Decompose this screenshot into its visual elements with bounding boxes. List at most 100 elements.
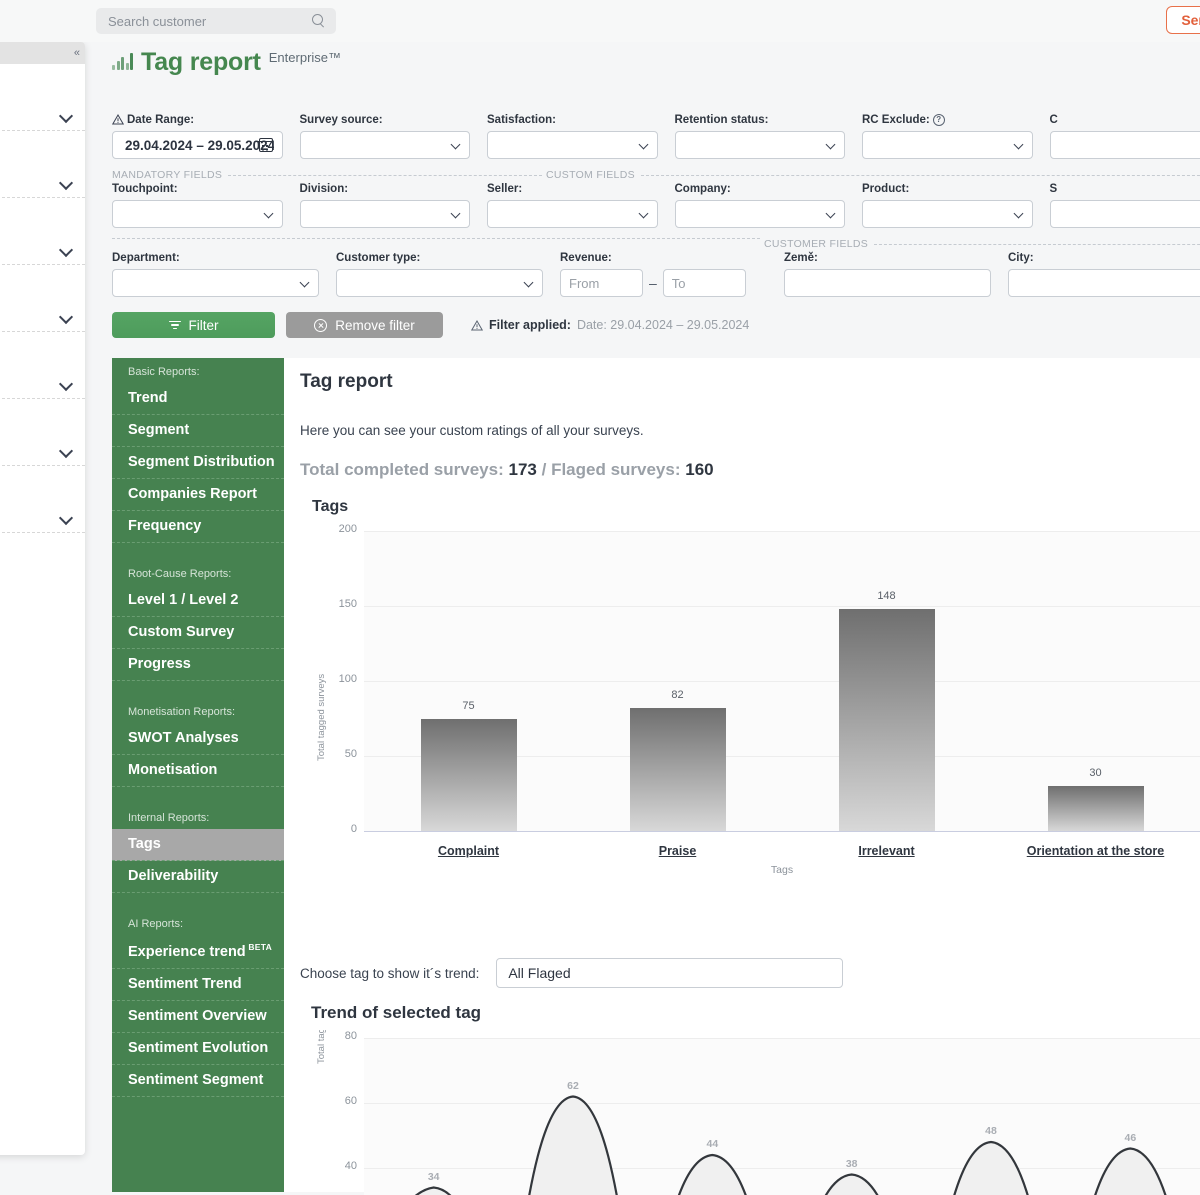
divider-line bbox=[641, 175, 1200, 176]
touchpoint-select[interactable] bbox=[112, 200, 283, 228]
left-panel-row[interactable] bbox=[0, 265, 85, 332]
y-axis-tick-label: 60 bbox=[327, 1095, 357, 1107]
bar[interactable] bbox=[1048, 786, 1144, 831]
overflow-select-2-wrap[interactable] bbox=[1050, 200, 1200, 228]
question-icon[interactable]: ? bbox=[933, 114, 945, 126]
revenue-from-input[interactable] bbox=[560, 269, 643, 297]
sidebar-item-sentiment-trend[interactable]: Sentiment Trend bbox=[112, 969, 284, 1001]
calendar-icon[interactable] bbox=[259, 138, 273, 152]
trend-select-label: Choose tag to show it´s trend: bbox=[300, 966, 479, 981]
overflow-select-2[interactable] bbox=[1050, 200, 1200, 228]
search-input[interactable] bbox=[106, 13, 312, 30]
filter-icon bbox=[169, 321, 181, 330]
sidebar-item-tags[interactable]: Tags bbox=[112, 829, 284, 861]
search-box[interactable] bbox=[96, 8, 336, 34]
sidebar-item-trend[interactable]: Trend bbox=[112, 383, 284, 415]
filter-field-department: Department: bbox=[112, 250, 319, 297]
division-select[interactable] bbox=[300, 200, 471, 228]
search-icon[interactable] bbox=[312, 14, 326, 28]
left-panel-row[interactable] bbox=[0, 198, 85, 265]
left-panel-row[interactable] bbox=[0, 131, 85, 198]
remove-filter-button[interactable]: Remove filter bbox=[286, 312, 443, 338]
retention-status-select-wrap[interactable] bbox=[675, 131, 846, 159]
revenue-to-input[interactable] bbox=[663, 269, 746, 297]
sidebar-item-label: Frequency bbox=[128, 518, 201, 534]
sidebar-item-companies-report[interactable]: Companies Report bbox=[112, 479, 284, 511]
company-select-wrap[interactable] bbox=[675, 200, 846, 228]
sidebar-item-frequency[interactable]: Frequency bbox=[112, 511, 284, 543]
left-panel-row[interactable] bbox=[0, 466, 85, 533]
seller-select-wrap[interactable] bbox=[487, 200, 658, 228]
overflow-select-1-wrap[interactable] bbox=[1050, 131, 1200, 159]
sidebar-item-experience-trend[interactable]: Experience trend BETA bbox=[112, 935, 284, 969]
customer-type-select-wrap[interactable] bbox=[336, 269, 543, 297]
bar-category-label[interactable]: Complaint bbox=[369, 844, 569, 858]
trend-tag-select[interactable]: All FlagedComplaintPraiseIrrelevantOrien… bbox=[496, 958, 843, 988]
product-select[interactable] bbox=[862, 200, 1033, 228]
sidebar-item-sentiment-evolution[interactable]: Sentiment Evolution bbox=[112, 1033, 284, 1065]
chevron-down-icon[interactable] bbox=[60, 444, 73, 457]
bar-category-label[interactable]: Orientation at the store bbox=[996, 844, 1196, 858]
sidebar-item-segment[interactable]: Segment bbox=[112, 415, 284, 447]
date-range-field[interactable] bbox=[112, 131, 283, 159]
chevron-down-icon[interactable] bbox=[60, 310, 73, 323]
trend-select-wrap[interactable]: All FlagedComplaintPraiseIrrelevantOrien… bbox=[496, 958, 843, 988]
satisfaction-select-wrap[interactable] bbox=[487, 131, 658, 159]
bar-plot-area bbox=[364, 531, 1200, 831]
bar-chart-title: Tags bbox=[312, 498, 348, 516]
sidebar-item-deliverability[interactable]: Deliverability bbox=[112, 861, 284, 893]
left-panel-row[interactable] bbox=[0, 332, 85, 399]
bar[interactable] bbox=[839, 609, 935, 831]
bar[interactable] bbox=[421, 719, 517, 832]
main-content: Tag report Here you can see your custom … bbox=[284, 358, 1200, 1192]
zeme-input[interactable] bbox=[784, 269, 991, 297]
totals-completed-label: Total completed surveys: bbox=[300, 460, 504, 479]
survey-source-select-wrap[interactable] bbox=[300, 131, 471, 159]
filter-button[interactable]: Filter bbox=[112, 312, 275, 338]
filter-field-customer-type: Customer type: bbox=[336, 250, 543, 297]
divider-plain-left bbox=[112, 238, 760, 239]
sidebar-item-sentiment-overview[interactable]: Sentiment Overview bbox=[112, 1001, 284, 1033]
chevron-down-icon[interactable] bbox=[60, 511, 73, 524]
filter-divider-1: MANDATORY FIELDS CUSTOM FIELDS bbox=[112, 159, 1200, 181]
sidebar-item-progress[interactable]: Progress bbox=[112, 649, 284, 681]
retention-status-select[interactable] bbox=[675, 131, 846, 159]
filter-row-3: Department: Customer type: Revenue: – Ze… bbox=[112, 250, 1200, 297]
collapse-left-icon[interactable]: « bbox=[74, 47, 79, 59]
rc-exclude-select-wrap[interactable] bbox=[862, 131, 1033, 159]
left-panel-row[interactable] bbox=[0, 399, 85, 466]
sidebar-item-level-1-level-2[interactable]: Level 1 / Level 2 bbox=[112, 585, 284, 617]
sidebar-item-sentiment-segment[interactable]: Sentiment Segment bbox=[112, 1065, 284, 1097]
sidebar-item-monetisation[interactable]: Monetisation bbox=[112, 755, 284, 787]
bar-category-label[interactable]: Praise bbox=[578, 844, 778, 858]
survey-source-select[interactable] bbox=[300, 131, 471, 159]
sidebar-item-segment-distribution[interactable]: Segment Distribution bbox=[112, 447, 284, 479]
field-label: Země: bbox=[784, 250, 991, 265]
satisfaction-select[interactable] bbox=[487, 131, 658, 159]
seller-select[interactable] bbox=[487, 200, 658, 228]
touchpoint-select-wrap[interactable] bbox=[112, 200, 283, 228]
totals-completed-value: 173 bbox=[508, 460, 536, 479]
department-select-wrap[interactable] bbox=[112, 269, 319, 297]
filter-actions: Filter Remove filter Filter applied: Dat… bbox=[112, 312, 749, 338]
overflow-select-1[interactable] bbox=[1050, 131, 1200, 159]
bar[interactable] bbox=[630, 708, 726, 831]
company-select[interactable] bbox=[675, 200, 846, 228]
chevron-down-icon[interactable] bbox=[60, 377, 73, 390]
division-select-wrap[interactable] bbox=[300, 200, 471, 228]
nav-group-label: Basic Reports: bbox=[112, 358, 284, 383]
customer-type-select[interactable] bbox=[336, 269, 543, 297]
product-select-wrap[interactable] bbox=[862, 200, 1033, 228]
sidebar-item-swot-analyses[interactable]: SWOT Analyses bbox=[112, 723, 284, 755]
rc-exclude-select[interactable] bbox=[862, 131, 1033, 159]
bar-category-label[interactable]: Irrelevant bbox=[787, 844, 987, 858]
chevron-down-icon[interactable] bbox=[60, 176, 73, 189]
left-panel-row[interactable] bbox=[0, 64, 85, 131]
department-select[interactable] bbox=[112, 269, 319, 297]
chevron-down-icon[interactable] bbox=[60, 109, 73, 122]
city-input[interactable] bbox=[1008, 269, 1200, 297]
send-button[interactable]: Sen bbox=[1166, 6, 1200, 34]
date-range-input[interactable] bbox=[112, 131, 283, 159]
chevron-down-icon[interactable] bbox=[60, 243, 73, 256]
sidebar-item-custom-survey[interactable]: Custom Survey bbox=[112, 617, 284, 649]
